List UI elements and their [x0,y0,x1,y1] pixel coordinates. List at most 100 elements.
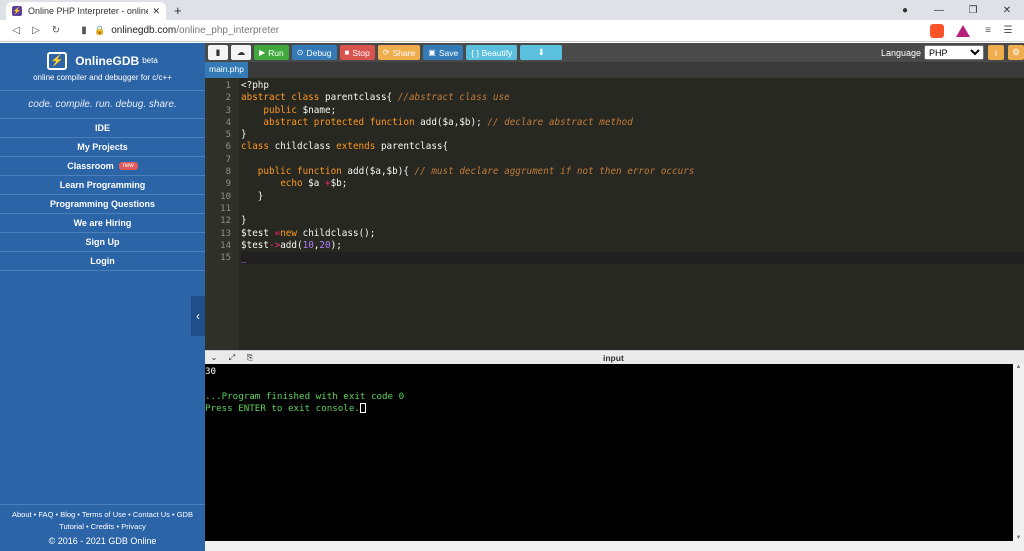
code-line: $test->add(10,20); [241,239,342,251]
browser-tab[interactable]: ⚡ Online PHP Interpreter - online e ✕ [6,2,166,20]
minimize-icon[interactable]: — [922,5,956,16]
brave-shield-icon[interactable] [930,23,944,38]
line-number: 10 [220,191,231,202]
line-number: 13 [220,228,231,239]
chevron-down-icon[interactable]: ⌄ [205,353,223,362]
browser-tabbar: ⚡ Online PHP Interpreter - online e ✕ + … [0,0,1024,20]
collapse-sidebar-icon[interactable]: ‹ [191,296,205,336]
input-label: input [603,352,624,363]
share-icon: ⟳ [382,48,390,57]
sidebar: ⚡ OnlineGDB beta online compiler and deb… [0,43,205,551]
playlist-icon[interactable]: ≡ [978,25,998,36]
bookmark-icon[interactable]: ▮ [74,25,94,36]
new-file-button[interactable]: ▮ [208,45,228,60]
language-label: Language [880,47,921,58]
scroll-up-icon[interactable]: ▲ [1013,364,1024,370]
sidebar-item-label: We are Hiring [73,218,132,228]
upload-icon: ☁ [236,47,246,57]
code-editor[interactable]: 1 2 3 4 5 6 7 8 9 10 11 12 13 14 15 <?php abstract cla… [205,78,1024,350]
sidebar-item-label: Programming Questions [49,199,156,209]
settings-gear-icon[interactable]: ⚙ [1008,45,1024,60]
brand-subtitle: online compiler and debugger for c/c++ [33,72,172,82]
save-label: Save [438,47,459,58]
sidebar-item-hiring[interactable]: We are Hiring [0,214,205,233]
tagline: code. compile. run. debug. share. [0,90,205,118]
code-area[interactable]: <?php abstract class parentclass{ //abst… [239,78,1024,350]
logo[interactable]: ⚡ OnlineGDB beta online compiler and deb… [0,43,205,90]
run-button[interactable]: ▶ Run [254,45,289,60]
console-output[interactable]: 30 ...Program finished with exit code 0 … [205,364,1013,541]
close-window-icon[interactable]: ✕ [990,5,1024,16]
download-icon: ⬇ [537,47,545,57]
beta-label: beta [142,56,158,65]
line-number: 4 [225,117,231,128]
console-cursor [359,403,366,414]
download-button[interactable]: ⬇ [520,45,563,60]
url-field[interactable]: ▮ 🔒 onlinegdb.com/online_php_interpreter [74,22,918,40]
tab-close-icon[interactable]: ✕ [152,6,160,17]
maximize-icon[interactable]: ❐ [956,5,990,16]
sidebar-item-label: IDE [94,123,110,133]
stop-icon: ■ [344,48,350,57]
line-number: 11 [220,203,231,214]
save-button[interactable]: ▣ Save [423,45,464,60]
footer-links-2[interactable]: Tutorial • Credits • Privacy [2,521,203,533]
copy-icon[interactable]: ⎘ [241,353,259,363]
new-badge: new [118,162,138,170]
new-tab-button[interactable]: + [174,3,182,18]
code-line-active: _ [241,252,1024,265]
share-label: Share [392,47,416,58]
sidebar-item-label: Sign Up [85,237,120,247]
sidebar-item-learn-programming[interactable]: Learn Programming [0,176,205,195]
sidebar-item-sign-up[interactable]: Sign Up [0,233,205,252]
code-line: <?php [241,80,269,91]
tab-title: Online PHP Interpreter - online e [28,6,149,16]
sidebar-item-label: Classroom [67,161,114,171]
beautify-label: { } Beautify [471,47,513,58]
sidebar-item-label: My Projects [77,142,128,152]
url-path: /online_php_interpreter [176,25,280,36]
profile-icon[interactable]: ● [888,5,922,16]
footer-links-1[interactable]: About • FAQ • Blog • Terms of Use • Cont… [2,509,203,521]
code-line: } [241,215,247,227]
brave-rewards-icon[interactable] [956,24,970,37]
sidebar-item-programming-questions[interactable]: Programming Questions [0,195,205,214]
onlinegdb-favicon-icon: ⚡ [12,6,22,16]
expand-icon[interactable]: ⤢ [223,353,241,363]
debug-button[interactable]: ⊙ Debug [291,45,337,60]
sidebar-item-my-projects[interactable]: My Projects [0,138,205,157]
console-prompt-line: Press ENTER to exit console. [205,403,1013,415]
debug-label: Debug [306,47,332,58]
stop-button[interactable]: ■ Stop [339,45,375,60]
sidebar-item-ide[interactable]: IDE [0,119,205,138]
code-line: public function add($a,$b){ // must decl… [257,166,695,178]
sidebar-item-login[interactable]: Login [0,252,205,271]
upload-button[interactable]: ☁ [231,45,251,60]
console-scrollbar[interactable]: ▲ ▼ [1013,364,1024,541]
play-icon: ▶ [259,48,266,57]
share-button[interactable]: ⟳ Share [377,45,421,60]
sidebar-item-classroom[interactable]: Classroom new [0,157,205,176]
debug-icon: ⊙ [296,48,304,57]
line-number: 3 [225,105,231,116]
floppy-icon: ▣ [428,48,436,57]
line-number: 14 [220,240,231,251]
line-number: 12 [220,216,231,227]
language-select[interactable]: PHP [924,45,984,60]
back-icon[interactable]: ◁ [6,25,26,36]
sidebar-nav: IDE My Projects Classroom new Learn Progr… [0,118,205,271]
forward-icon[interactable]: ▷ [26,25,46,36]
run-label: Run [268,47,284,58]
line-number: 8 [225,167,231,178]
file-tab-main-php[interactable]: main.php [205,62,248,78]
info-icon[interactable]: i [988,45,1004,60]
horizontal-scrollbar[interactable] [205,541,1024,551]
beautify-button[interactable]: { } Beautify [466,45,518,60]
sidebar-footer: About • FAQ • Blog • Terms of Use • Cont… [0,504,205,551]
code-line: abstract protected function add($a,$b); … [263,116,633,128]
menu-icon[interactable]: ☰ [998,25,1018,36]
reload-icon[interactable]: ↻ [46,25,66,36]
toolbar: ▮ ☁ ▶ Run ⊙ Debug ■ Stop ⟳ Share ▣ Save { } B… [205,43,1024,62]
url-host: onlinegdb.com [111,25,177,36]
